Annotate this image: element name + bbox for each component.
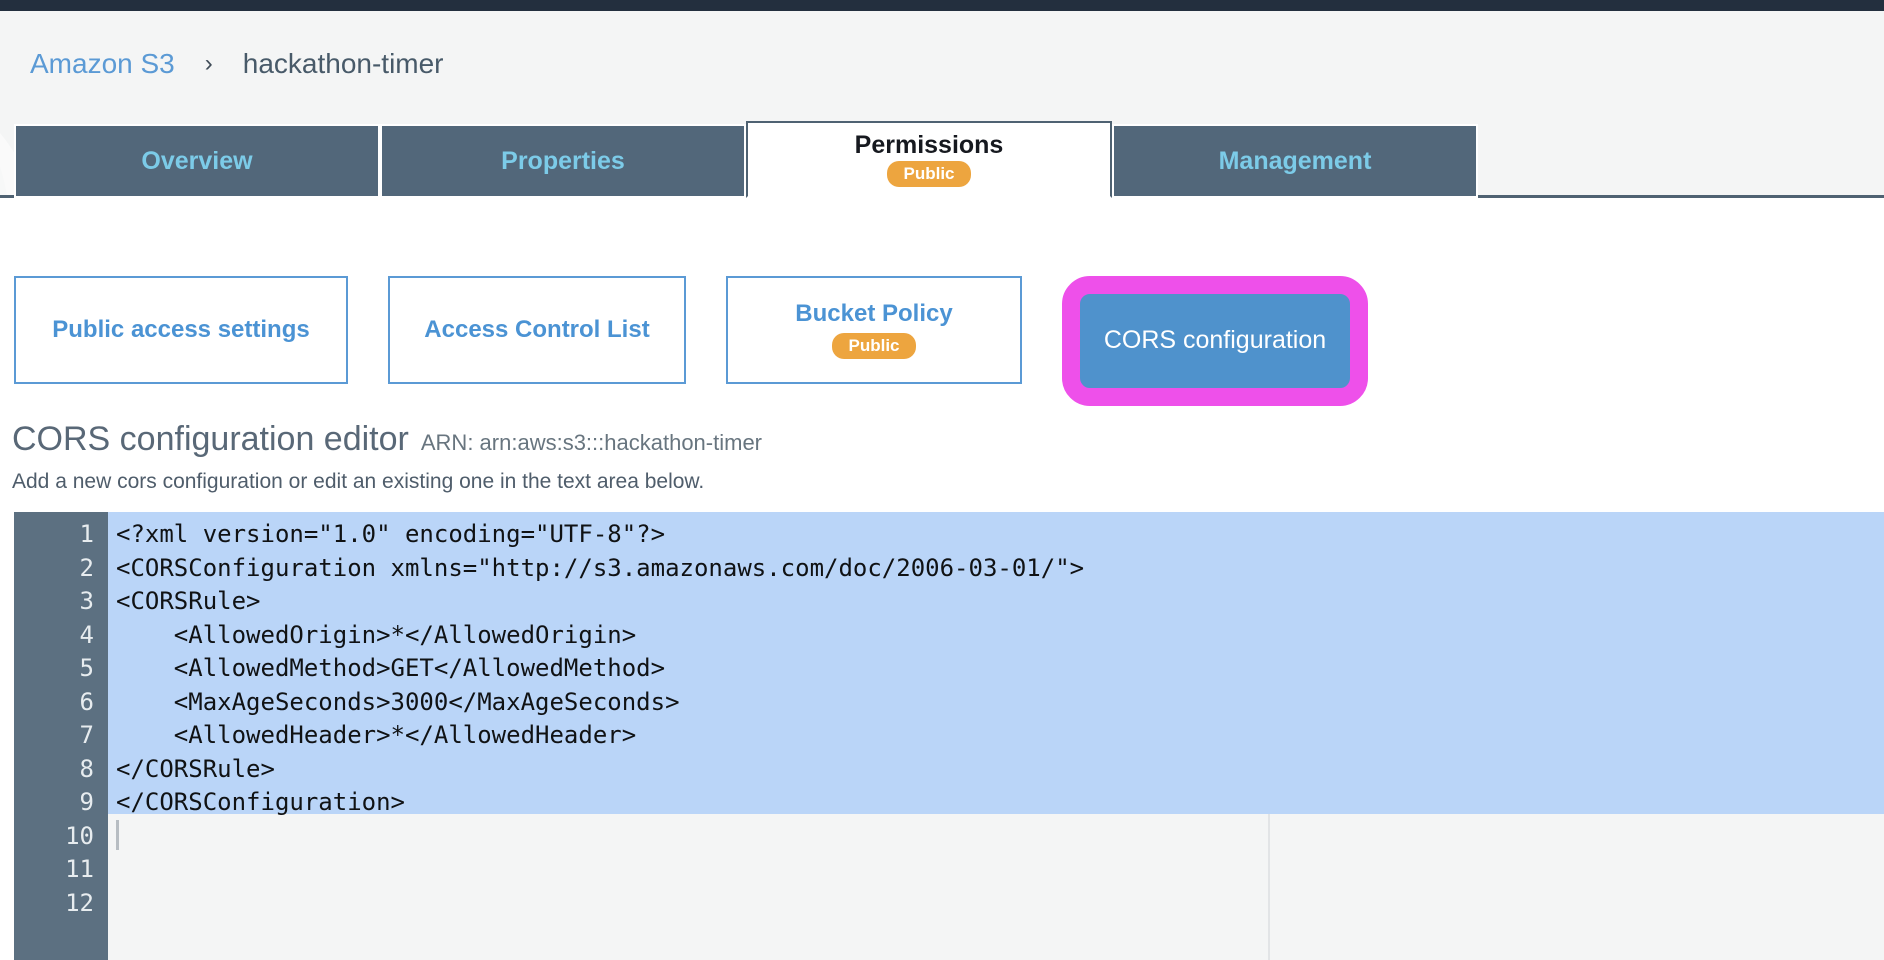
editor-line-number: 12	[65, 888, 94, 917]
editor-code-line: </CORSRule>	[116, 754, 275, 783]
tab-permissions-label: Permissions	[854, 130, 1004, 159]
breadcrumb-current-bucket: hackathon-timer	[242, 48, 444, 79]
subtab-public-access-settings-label: Public access settings	[52, 315, 310, 343]
editor-line-number: 2	[79, 553, 94, 582]
editor-line-number: 4	[79, 620, 94, 649]
editor-code-line: <AllowedOrigin>*</AllowedOrigin>	[116, 620, 637, 649]
editor-code-line: <AllowedMethod>GET</AllowedMethod>	[116, 654, 666, 682]
editor-text-caret	[116, 820, 119, 850]
bucket-tab-strip: Overview Properties Permissions Public M…	[0, 121, 1884, 198]
editor-code-line	[116, 820, 1884, 854]
tab-management[interactable]: Management	[1112, 124, 1478, 198]
subtab-public-access-settings[interactable]: Public access settings	[14, 276, 348, 384]
tab-properties-label: Properties	[501, 146, 625, 175]
permissions-panel: Public access settings Access Control Li…	[0, 198, 1884, 960]
editor-code-line: <?xml version="1.0" encoding="UTF-8"?>	[116, 520, 666, 548]
subtab-access-control-list[interactable]: Access Control List	[388, 276, 686, 384]
tab-permissions[interactable]: Permissions Public	[746, 121, 1112, 198]
editor-line-number-gutter: 1 2 3 4 5 6 7 8 9 10 11 12	[14, 512, 108, 960]
subtab-cors-configuration-label: CORS configuration	[1103, 326, 1327, 355]
editor-code-area[interactable]: <?xml version="1.0" encoding="UTF-8"?> <C…	[108, 512, 1884, 960]
tab-permissions-public-badge: Public	[887, 161, 971, 188]
subtab-bucket-policy[interactable]: Bucket Policy Public	[726, 276, 1022, 384]
editor-line-number: 9	[79, 788, 94, 816]
breadcrumb-chevron-right-icon: ›	[204, 50, 213, 77]
editor-line-number: 3	[79, 587, 94, 615]
editor-line-number: 7	[79, 721, 94, 749]
cors-configuration-highlight-wrapper: CORS configuration	[1062, 276, 1368, 406]
editor-line-number: 10	[65, 821, 94, 850]
console-top-bar	[0, 0, 1884, 11]
editor-code-line: <AllowedHeader>*</AllowedHeader>	[116, 721, 637, 749]
permissions-subtab-group: Public access settings Access Control Li…	[14, 276, 1368, 406]
editor-description: Add a new cors configuration or edit an …	[12, 470, 705, 493]
editor-code-line	[116, 887, 1884, 921]
editor-line-number: 6	[79, 687, 94, 716]
tab-overview[interactable]: Overview	[14, 124, 380, 198]
tab-overview-label: Overview	[141, 146, 253, 175]
editor-line-number: 8	[79, 754, 94, 783]
editor-code-line: <CORSConfiguration xmlns="http://s3.amaz…	[116, 553, 1085, 582]
subtab-cors-configuration[interactable]: CORS configuration	[1080, 294, 1350, 388]
breadcrumb-link-amazon-s3[interactable]: Amazon S3	[30, 48, 175, 80]
bucket-arn-label: ARN: arn:aws:s3:::hackathon-timer	[420, 430, 763, 455]
editor-line-number: 5	[79, 654, 94, 682]
editor-code-line: <CORSRule>	[116, 587, 261, 615]
subtab-bucket-policy-public-badge: Public	[832, 333, 916, 360]
tab-properties[interactable]: Properties	[380, 124, 746, 198]
tab-management-label: Management	[1218, 146, 1372, 175]
editor-code-line: <MaxAgeSeconds>3000</MaxAgeSeconds>	[116, 687, 680, 716]
editor-heading-row: CORS configuration editor ARN: arn:aws:s…	[12, 420, 762, 459]
editor-print-margin-guide	[1268, 814, 1270, 960]
editor-line-number: 1	[79, 520, 94, 548]
editor-code-lines[interactable]: <?xml version="1.0" encoding="UTF-8"?> <C…	[108, 512, 1884, 920]
subtab-access-control-list-label: Access Control List	[424, 315, 650, 343]
subtab-bucket-policy-label: Bucket Policy	[795, 299, 953, 327]
editor-line-number: 11	[65, 855, 94, 883]
breadcrumb: Amazon S3 › hackathon-timer	[30, 40, 444, 88]
cors-code-editor[interactable]: 1 2 3 4 5 6 7 8 9 10 11 12 <?xml version="1.0" enco…	[14, 512, 1884, 960]
editor-code-line: </CORSConfiguration>	[116, 788, 405, 816]
page-title: CORS configuration editor	[12, 420, 409, 458]
editor-code-line	[116, 853, 1884, 887]
